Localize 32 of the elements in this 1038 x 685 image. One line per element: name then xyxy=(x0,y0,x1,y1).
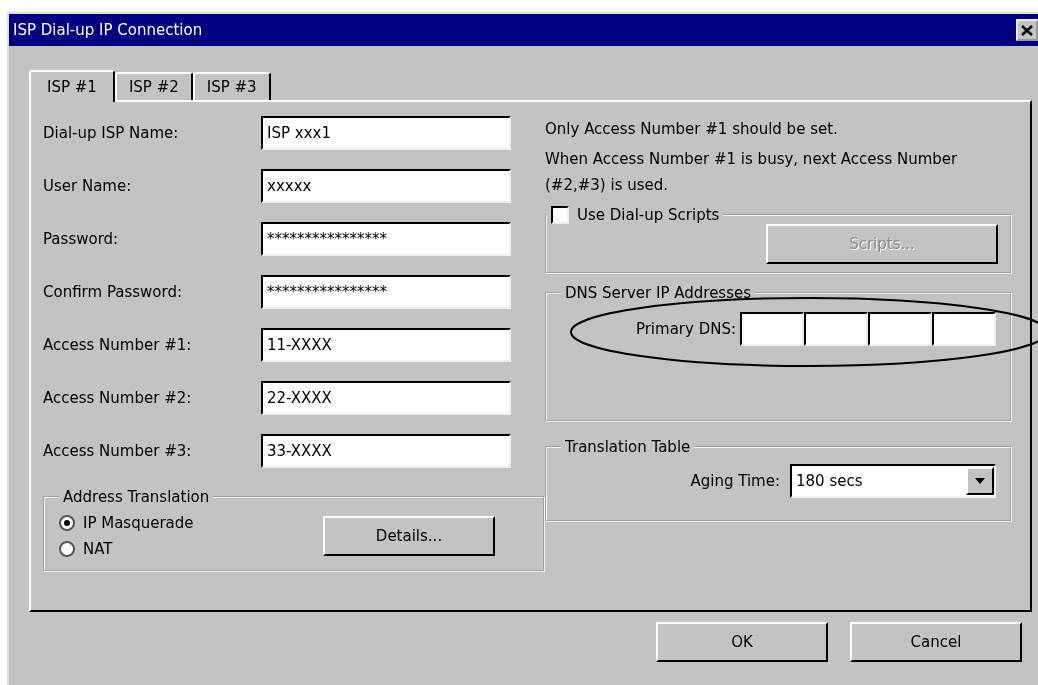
input-field[interactable]: 33-XXXX xyxy=(261,434,511,468)
group-title: Address Translation xyxy=(63,488,210,506)
field-label: Access Number #3: xyxy=(43,442,193,460)
field-label: Access Number #1: xyxy=(43,336,193,354)
field-label: Dial-up ISP Name: xyxy=(43,124,180,142)
radio-label: IP Masquerade xyxy=(83,514,194,532)
group-title: Translation Table xyxy=(565,438,691,456)
cancel-button[interactable]: Cancel xyxy=(850,622,1022,662)
input-field[interactable]: 11-XXXX xyxy=(261,328,511,362)
field-label: Primary DNS: xyxy=(635,320,736,338)
input-field[interactable]: **************** xyxy=(261,222,511,256)
dropdown[interactable]: 180 secs xyxy=(790,464,996,498)
checkbox-label: Use Dial-up Scripts xyxy=(577,206,720,224)
tab[interactable]: ISP #1 xyxy=(29,70,115,102)
details-button[interactable]: Details... xyxy=(323,516,495,556)
tab[interactable]: ISP #3 xyxy=(192,72,271,100)
field-label: Password: xyxy=(43,230,120,248)
tab[interactable]: ISP #2 xyxy=(114,72,193,100)
group-title: DNS Server IP Addresses xyxy=(565,284,752,302)
radio-label: NAT xyxy=(83,540,113,558)
note-text: Only Access Number #1 should be set. xyxy=(545,119,839,140)
field-label: User Name: xyxy=(43,177,133,195)
ok-button[interactable]: OK xyxy=(656,622,828,662)
field-label: Confirm Password: xyxy=(43,283,183,301)
input-field[interactable]: xxxxx xyxy=(261,169,511,203)
field-label: Access Number #2: xyxy=(43,389,193,407)
input-field[interactable]: 22-XXXX xyxy=(261,381,511,415)
window-title: ISP Dial-up IP Connection xyxy=(13,21,203,39)
input-field[interactable]: ISP xxx1 xyxy=(261,116,511,150)
note-text: When Access Number #1 is busy, next Access Number (#2,#3) is used. xyxy=(545,149,959,196)
input-field[interactable]: **************** xyxy=(261,275,511,309)
field-label: Aging Time: xyxy=(690,472,780,490)
